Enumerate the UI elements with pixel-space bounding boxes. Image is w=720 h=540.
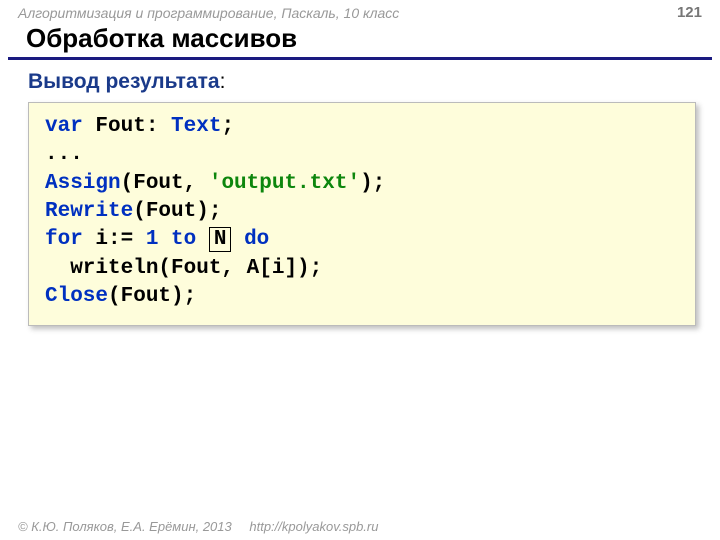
kw-text: Text — [171, 115, 221, 138]
kw-var: var — [45, 115, 83, 138]
code-line-5: for i:= 1 to N do — [45, 226, 679, 254]
code-line-6: writeln(Fout, A[i]); — [45, 255, 679, 283]
footer-url: http://kpolyakov.spb.ru — [249, 519, 378, 534]
course-label: Алгоритмизация и программирование, Паска… — [18, 5, 399, 21]
subtitle-text: Вывод результата — [28, 70, 220, 93]
kw-rewrite: Rewrite — [45, 200, 133, 223]
kw-for: for — [45, 228, 83, 251]
code-text: Fout: — [83, 115, 171, 138]
subtitle-colon: : — [220, 70, 226, 93]
code-text: ; — [221, 115, 234, 138]
code-block: var Fout: Text; ... Assign(Fout, 'output… — [28, 102, 696, 326]
subtitle: Вывод результата: — [0, 66, 720, 102]
string-literal: 'output.txt' — [209, 172, 360, 195]
code-line-2: ... — [45, 141, 679, 169]
page-title: Обработка массивов — [8, 23, 712, 60]
kw-do: do — [231, 228, 269, 251]
code-text: i:= — [83, 228, 146, 251]
code-line-4: Rewrite(Fout); — [45, 198, 679, 226]
code-text: (Fout, — [121, 172, 209, 195]
kw-close: Close — [45, 285, 108, 308]
copyright: © К.Ю. Поляков, Е.А. Ерёмин, 2013 — [18, 519, 232, 534]
header: Алгоритмизация и программирование, Паска… — [0, 0, 720, 23]
code-line-3: Assign(Fout, 'output.txt'); — [45, 170, 679, 198]
num-1: 1 — [146, 228, 159, 251]
kw-to: to — [158, 228, 208, 251]
code-line-7: Close(Fout); — [45, 283, 679, 311]
code-text: (Fout); — [108, 285, 196, 308]
kw-assign: Assign — [45, 172, 121, 195]
code-text: (Fout); — [133, 200, 221, 223]
boxed-n: N — [209, 227, 232, 252]
footer: © К.Ю. Поляков, Е.А. Ерёмин, 2013 http:/… — [18, 519, 378, 534]
code-text: ); — [360, 172, 385, 195]
code-line-1: var Fout: Text; — [45, 113, 679, 141]
page-number: 121 — [677, 4, 702, 21]
